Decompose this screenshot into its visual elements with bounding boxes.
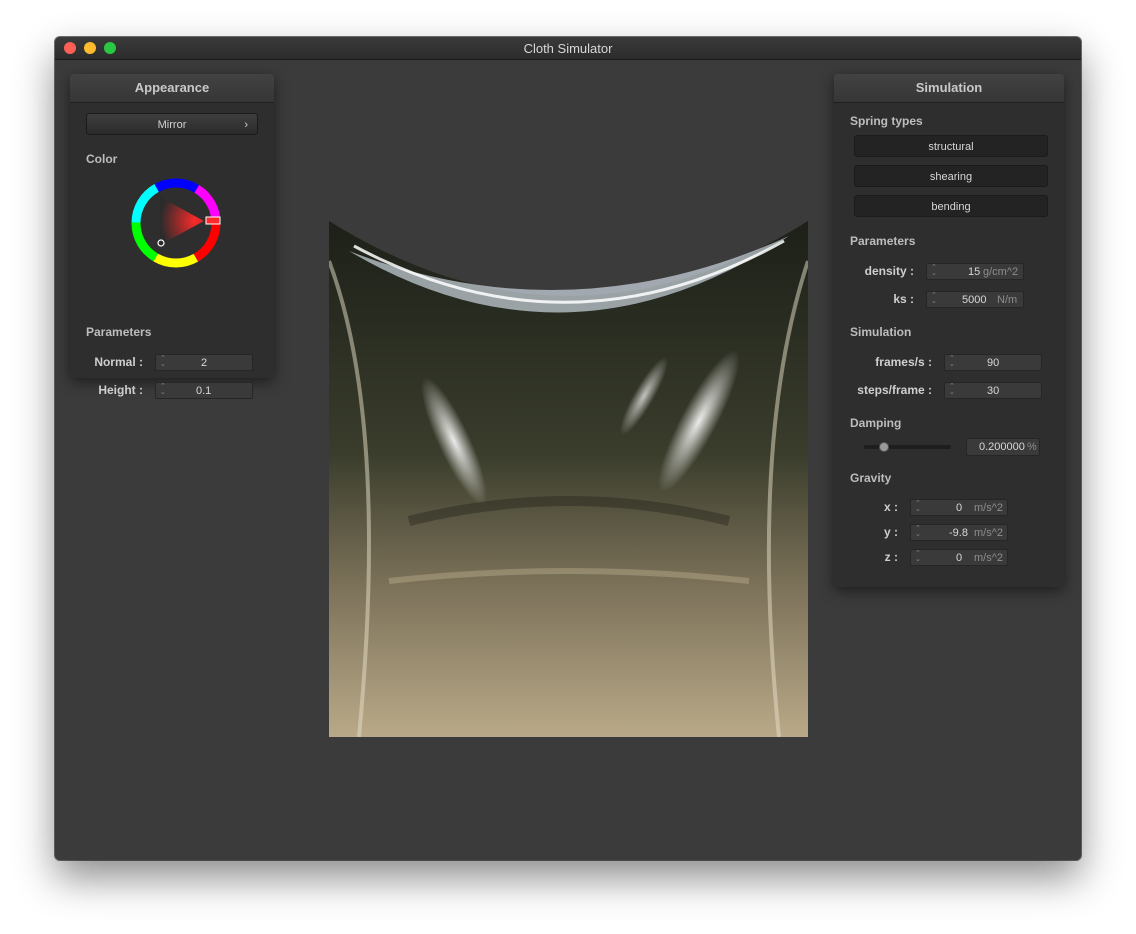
cloth-render-viewport[interactable] <box>329 221 808 737</box>
appearance-panel: Appearance Mirror › Color Parameters Nor… <box>70 74 274 399</box>
app-window: Cloth Simulator Appearance Mirror › Colo… <box>55 37 1081 860</box>
shearing-toggle[interactable]: shearing <box>854 165 1048 187</box>
gravity-z-label: z : <box>884 550 898 564</box>
up-down-arrows-icon[interactable]: ⌃ ⌄ <box>915 550 921 563</box>
sim-simulation-label: Simulation <box>850 325 912 339</box>
gravity-z-value: 0 <box>956 552 963 564</box>
damping-field[interactable]: 0.200000 % <box>966 438 1040 456</box>
gravity-x-spinner[interactable]: ⌃ ⌄ 0 m/s^2 <box>910 499 1008 516</box>
up-down-arrows-icon[interactable]: ⌃ ⌄ <box>915 500 921 513</box>
fps-value: 90 <box>987 357 1000 369</box>
appearance-params-label: Parameters <box>86 325 152 339</box>
ks-unit: N/m <box>997 294 1018 306</box>
normal-label: Normal : <box>94 355 143 369</box>
shader-select-label: Mirror <box>157 119 187 131</box>
normal-value: 2 <box>201 357 208 369</box>
fps-label: frames/s : <box>875 355 932 369</box>
title-bar: Cloth Simulator <box>55 37 1081 60</box>
up-down-arrows-icon[interactable]: ⌃ ⌄ <box>931 292 937 305</box>
gravity-y-spinner[interactable]: ⌃ ⌄ -9.8 m/s^2 <box>910 524 1008 541</box>
damping-unit: % <box>1027 441 1037 453</box>
gravity-x-unit: m/s^2 <box>974 502 1003 514</box>
gravity-z-spinner[interactable]: ⌃ ⌄ 0 m/s^2 <box>910 549 1008 566</box>
spring-types-label: Spring types <box>850 114 923 128</box>
normal-spinner[interactable]: ⌃ ⌄ 2 <box>155 354 253 371</box>
density-unit: g/cm^2 <box>983 266 1019 278</box>
up-down-arrows-icon[interactable]: ⌃ ⌄ <box>160 383 166 396</box>
sim-params-label: Parameters <box>850 234 916 248</box>
hue-handle <box>205 216 221 225</box>
up-down-arrows-icon[interactable]: ⌃ ⌄ <box>949 383 955 396</box>
ks-label: ks : <box>893 292 914 306</box>
ks-value: 5000 <box>962 294 987 306</box>
height-spinner[interactable]: ⌃ ⌄ 0.1 <box>155 382 253 399</box>
steps-spinner[interactable]: ⌃ ⌄ 30 <box>944 382 1042 399</box>
simulation-panel: Simulation Spring types structural shear… <box>834 74 1064 587</box>
damping-slider-track <box>864 445 951 449</box>
ks-spinner[interactable]: ⌃ ⌄ 5000 N/m <box>926 291 1024 308</box>
shader-select[interactable]: Mirror › <box>86 113 258 135</box>
height-label: Height : <box>98 383 143 397</box>
up-down-arrows-icon[interactable]: ⌃ ⌄ <box>949 355 955 368</box>
density-value: 15 <box>968 266 981 278</box>
height-value: 0.1 <box>196 385 212 397</box>
color-label: Color <box>86 152 118 166</box>
bending-toggle[interactable]: bending <box>854 195 1048 217</box>
gravity-x-label: x : <box>883 500 898 514</box>
damping-value: 0.200000 <box>979 441 1025 453</box>
gravity-label: Gravity <box>850 471 892 485</box>
up-down-arrows-icon[interactable]: ⌃ ⌄ <box>160 355 166 368</box>
fps-spinner[interactable]: ⌃ ⌄ 90 <box>944 354 1042 371</box>
saturation-triangle <box>160 197 204 245</box>
damping-label: Damping <box>850 416 902 430</box>
steps-value: 30 <box>987 385 1000 397</box>
damping-slider-knob[interactable] <box>879 442 890 452</box>
up-down-arrows-icon[interactable]: ⌃ ⌄ <box>931 264 937 277</box>
gravity-y-unit: m/s^2 <box>974 527 1003 539</box>
gravity-z-unit: m/s^2 <box>974 552 1003 564</box>
structural-toggle[interactable]: structural <box>854 135 1048 157</box>
gravity-x-value: 0 <box>956 502 963 514</box>
color-wheel[interactable] <box>128 175 224 271</box>
gravity-y-value: -9.8 <box>949 527 968 539</box>
window-title: Cloth Simulator <box>523 41 613 56</box>
damping-slider[interactable] <box>864 438 951 456</box>
gravity-y-label: y : <box>883 525 898 539</box>
up-down-arrows-icon[interactable]: ⌃ ⌄ <box>915 525 921 538</box>
simulation-header: Simulation <box>834 74 1064 103</box>
steps-label: steps/frame : <box>857 383 932 397</box>
appearance-header: Appearance <box>70 74 274 103</box>
density-spinner[interactable]: ⌃ ⌄ 15 g/cm^2 <box>926 263 1024 280</box>
density-label: density : <box>864 264 914 278</box>
chevron-right-icon: › <box>244 119 248 131</box>
